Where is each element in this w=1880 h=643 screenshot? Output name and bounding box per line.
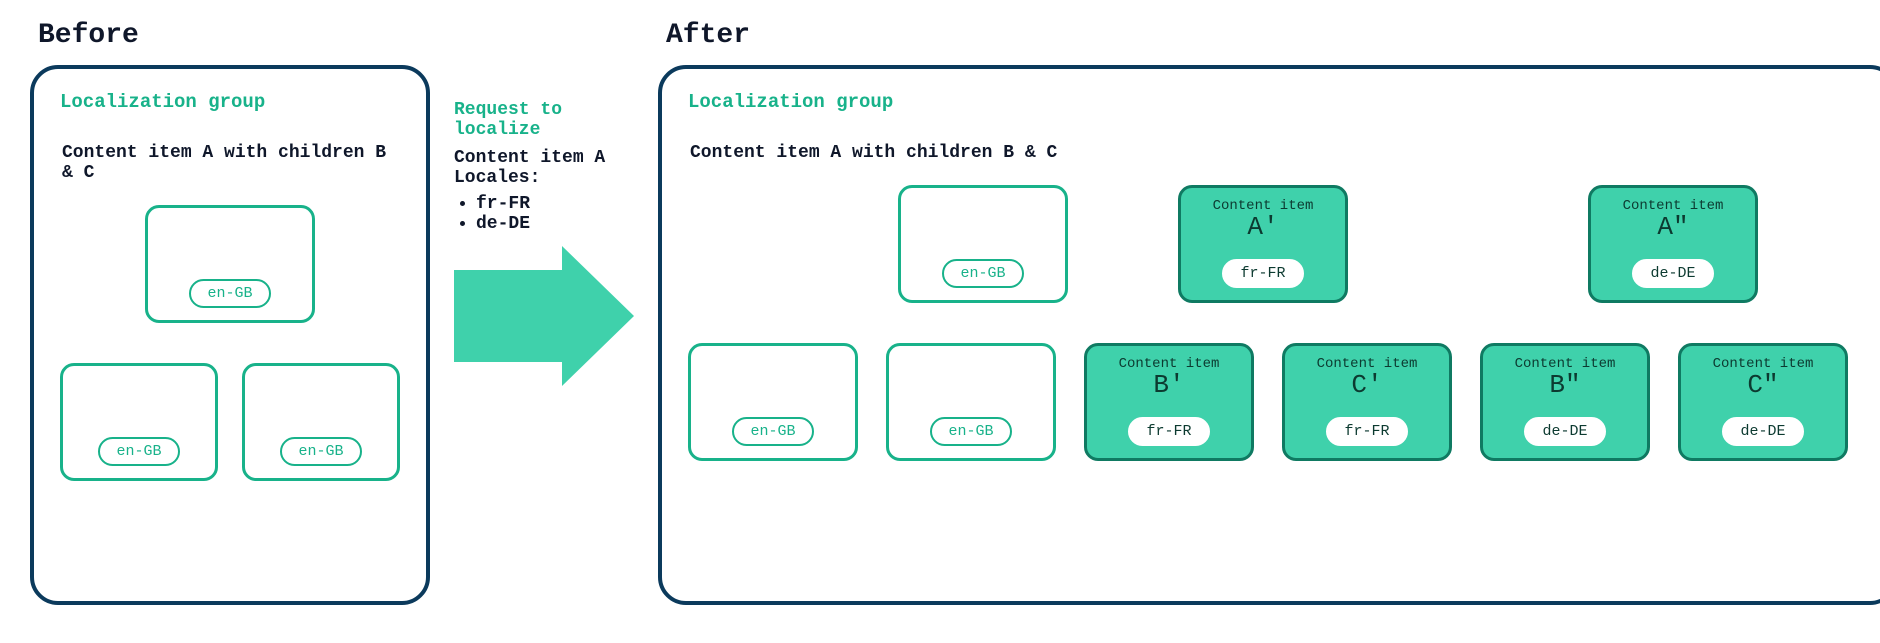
after-row-bottom: Content item B en-GB Content item C en-G…	[688, 343, 1868, 461]
content-item-card-C: Content item C en-GB	[886, 343, 1056, 461]
after-panel: Localization group Content item A with c…	[658, 65, 1880, 605]
content-item-card-A-dprime: Content item A″ de-DE	[1588, 185, 1758, 303]
card-title-big: A″	[1657, 212, 1688, 242]
before-heading: Before	[38, 20, 430, 51]
card-title-big: A	[975, 212, 991, 242]
before-row-bottom: Content item B en-GB Content item C en-G…	[60, 363, 400, 481]
after-row-top: Content item A en-GB Content item A′ fr-…	[688, 185, 1868, 303]
diagram-stage: Before Localization group Content item A…	[30, 20, 1850, 605]
localization-group-label: Localization group	[60, 91, 400, 113]
content-item-card-A: Content item A en-GB	[898, 185, 1068, 303]
request-locale-list: fr-FR de-DE	[476, 194, 530, 234]
card-title-big: C	[313, 390, 329, 420]
before-subtitle: Content item A with children B & C	[62, 143, 400, 183]
arrow-column: Request to localize Content item A Local…	[454, 20, 634, 386]
locale-badge: en-GB	[930, 417, 1011, 446]
card-title-big: A	[222, 232, 238, 262]
before-panel: Localization group Content item A with c…	[30, 65, 430, 605]
card-title-big: C′	[1351, 370, 1382, 400]
locale-badge: fr-FR	[1128, 417, 1209, 446]
content-item-card-A-prime: Content item A′ fr-FR	[1178, 185, 1348, 303]
request-locales-label: Locales:	[454, 168, 540, 188]
card-title-big: B′	[1153, 370, 1184, 400]
locale-badge: de-DE	[1722, 417, 1803, 446]
content-item-card-C: Content item C en-GB	[242, 363, 400, 481]
locale-badge: en-GB	[942, 259, 1023, 288]
locale-badge: en-GB	[280, 437, 361, 466]
request-locale-item: de-DE	[476, 214, 530, 234]
card-title-big: C	[963, 370, 979, 400]
card-title-big: C″	[1747, 370, 1778, 400]
card-title-big: B″	[1549, 370, 1580, 400]
content-item-card-B: Content item B en-GB	[688, 343, 858, 461]
locale-badge: fr-FR	[1326, 417, 1407, 446]
arrow-icon	[454, 246, 634, 386]
after-subtitle: Content item A with children B & C	[690, 143, 1868, 163]
content-item-card-B-prime: Content item B′ fr-FR	[1084, 343, 1254, 461]
locale-badge: en-GB	[98, 437, 179, 466]
locale-badge: de-DE	[1524, 417, 1605, 446]
after-column: After Localization group Content item A …	[658, 20, 1880, 605]
content-item-card-B: Content item B en-GB	[60, 363, 218, 481]
content-item-card-C-prime: Content item C′ fr-FR	[1282, 343, 1452, 461]
locale-badge: fr-FR	[1222, 259, 1303, 288]
after-heading: After	[666, 20, 1880, 51]
card-title-big: B	[765, 370, 781, 400]
card-title-big: A′	[1247, 212, 1278, 242]
content-item-card-A: Content item A en-GB	[145, 205, 315, 323]
before-column: Before Localization group Content item A…	[30, 20, 430, 605]
locale-badge: en-GB	[189, 279, 270, 308]
before-row-top: Content item A en-GB	[60, 205, 400, 323]
request-content-item: Content item A	[454, 148, 605, 168]
locale-badge: de-DE	[1632, 259, 1713, 288]
request-locale-item: fr-FR	[476, 194, 530, 214]
localization-group-label: Localization group	[688, 91, 1868, 113]
content-item-card-C-dprime: Content item C″ de-DE	[1678, 343, 1848, 461]
content-item-card-B-dprime: Content item B″ de-DE	[1480, 343, 1650, 461]
request-label: Request to localize	[454, 100, 634, 140]
locale-badge: en-GB	[732, 417, 813, 446]
card-title-big: B	[131, 390, 147, 420]
